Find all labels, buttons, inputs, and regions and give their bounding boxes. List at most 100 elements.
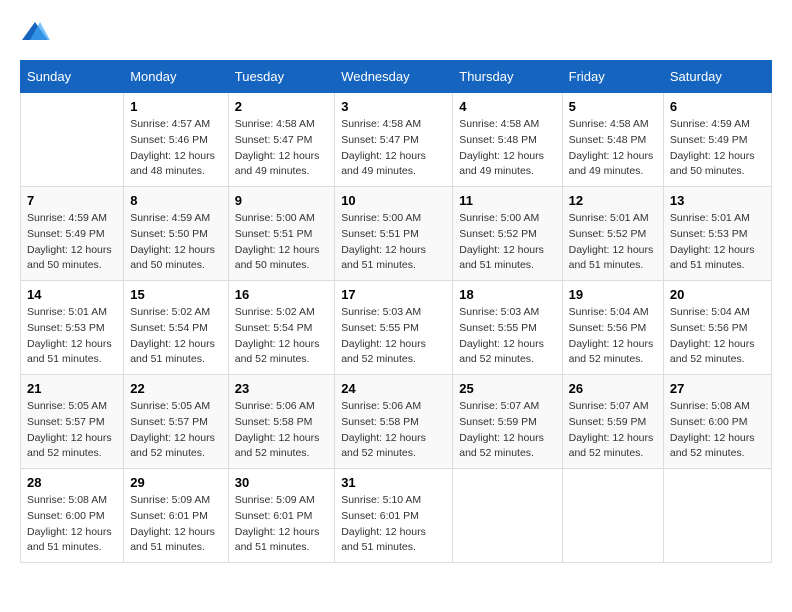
day-cell: 3 Sunrise: 4:58 AMSunset: 5:47 PMDayligh… [335,93,453,187]
day-cell: 4 Sunrise: 4:58 AMSunset: 5:48 PMDayligh… [453,93,562,187]
day-number: 12 [569,193,657,208]
day-info: Sunrise: 5:04 AMSunset: 5:56 PMDaylight:… [569,305,657,368]
day-number: 13 [670,193,765,208]
day-cell [562,469,663,563]
day-info: Sunrise: 5:06 AMSunset: 5:58 PMDaylight:… [341,399,446,462]
day-info: Sunrise: 5:03 AMSunset: 5:55 PMDaylight:… [459,305,555,368]
day-info: Sunrise: 5:09 AMSunset: 6:01 PMDaylight:… [235,493,328,556]
day-number: 7 [27,193,117,208]
day-number: 25 [459,381,555,396]
logo [20,20,54,44]
day-info: Sunrise: 5:00 AMSunset: 5:51 PMDaylight:… [235,211,328,274]
day-number: 8 [130,193,222,208]
day-number: 1 [130,99,222,114]
day-number: 10 [341,193,446,208]
week-row: 1 Sunrise: 4:57 AMSunset: 5:46 PMDayligh… [21,93,772,187]
day-cell: 11 Sunrise: 5:00 AMSunset: 5:52 PMDaylig… [453,187,562,281]
day-cell: 22 Sunrise: 5:05 AMSunset: 5:57 PMDaylig… [124,375,229,469]
day-number: 20 [670,287,765,302]
day-info: Sunrise: 5:04 AMSunset: 5:56 PMDaylight:… [670,305,765,368]
day-cell: 20 Sunrise: 5:04 AMSunset: 5:56 PMDaylig… [663,281,771,375]
day-cell: 28 Sunrise: 5:08 AMSunset: 6:00 PMDaylig… [21,469,124,563]
day-cell: 16 Sunrise: 5:02 AMSunset: 5:54 PMDaylig… [228,281,334,375]
day-info: Sunrise: 4:58 AMSunset: 5:48 PMDaylight:… [459,117,555,180]
day-header-tuesday: Tuesday [228,61,334,93]
day-number: 21 [27,381,117,396]
day-cell: 19 Sunrise: 5:04 AMSunset: 5:56 PMDaylig… [562,281,663,375]
day-number: 22 [130,381,222,396]
day-header-monday: Monday [124,61,229,93]
day-info: Sunrise: 4:57 AMSunset: 5:46 PMDaylight:… [130,117,222,180]
day-info: Sunrise: 5:00 AMSunset: 5:51 PMDaylight:… [341,211,446,274]
day-number: 19 [569,287,657,302]
day-number: 28 [27,475,117,490]
week-row: 14 Sunrise: 5:01 AMSunset: 5:53 PMDaylig… [21,281,772,375]
day-info: Sunrise: 5:09 AMSunset: 6:01 PMDaylight:… [130,493,222,556]
day-header-thursday: Thursday [453,61,562,93]
day-info: Sunrise: 5:03 AMSunset: 5:55 PMDaylight:… [341,305,446,368]
day-cell: 25 Sunrise: 5:07 AMSunset: 5:59 PMDaylig… [453,375,562,469]
day-number: 26 [569,381,657,396]
day-info: Sunrise: 5:07 AMSunset: 5:59 PMDaylight:… [459,399,555,462]
day-cell: 9 Sunrise: 5:00 AMSunset: 5:51 PMDayligh… [228,187,334,281]
day-number: 27 [670,381,765,396]
day-number: 9 [235,193,328,208]
day-number: 16 [235,287,328,302]
day-info: Sunrise: 4:58 AMSunset: 5:47 PMDaylight:… [235,117,328,180]
day-cell: 12 Sunrise: 5:01 AMSunset: 5:52 PMDaylig… [562,187,663,281]
calendar-table: SundayMondayTuesdayWednesdayThursdayFrid… [20,60,772,563]
day-info: Sunrise: 4:59 AMSunset: 5:50 PMDaylight:… [130,211,222,274]
day-info: Sunrise: 5:08 AMSunset: 6:00 PMDaylight:… [670,399,765,462]
day-info: Sunrise: 4:58 AMSunset: 5:48 PMDaylight:… [569,117,657,180]
day-info: Sunrise: 5:01 AMSunset: 5:53 PMDaylight:… [27,305,117,368]
day-number: 14 [27,287,117,302]
day-number: 5 [569,99,657,114]
day-cell: 8 Sunrise: 4:59 AMSunset: 5:50 PMDayligh… [124,187,229,281]
day-info: Sunrise: 5:01 AMSunset: 5:53 PMDaylight:… [670,211,765,274]
day-info: Sunrise: 5:06 AMSunset: 5:58 PMDaylight:… [235,399,328,462]
day-cell: 27 Sunrise: 5:08 AMSunset: 6:00 PMDaylig… [663,375,771,469]
day-cell: 18 Sunrise: 5:03 AMSunset: 5:55 PMDaylig… [453,281,562,375]
logo-icon [20,20,50,44]
day-cell [21,93,124,187]
day-info: Sunrise: 5:00 AMSunset: 5:52 PMDaylight:… [459,211,555,274]
day-number: 3 [341,99,446,114]
day-cell: 31 Sunrise: 5:10 AMSunset: 6:01 PMDaylig… [335,469,453,563]
day-cell: 5 Sunrise: 4:58 AMSunset: 5:48 PMDayligh… [562,93,663,187]
day-number: 30 [235,475,328,490]
day-number: 15 [130,287,222,302]
day-cell: 24 Sunrise: 5:06 AMSunset: 5:58 PMDaylig… [335,375,453,469]
day-cell: 6 Sunrise: 4:59 AMSunset: 5:49 PMDayligh… [663,93,771,187]
day-info: Sunrise: 5:02 AMSunset: 5:54 PMDaylight:… [130,305,222,368]
day-cell: 14 Sunrise: 5:01 AMSunset: 5:53 PMDaylig… [21,281,124,375]
day-header-sunday: Sunday [21,61,124,93]
day-info: Sunrise: 5:05 AMSunset: 5:57 PMDaylight:… [130,399,222,462]
day-number: 11 [459,193,555,208]
header-row: SundayMondayTuesdayWednesdayThursdayFrid… [21,61,772,93]
day-cell: 2 Sunrise: 4:58 AMSunset: 5:47 PMDayligh… [228,93,334,187]
day-cell [453,469,562,563]
day-number: 17 [341,287,446,302]
day-cell: 30 Sunrise: 5:09 AMSunset: 6:01 PMDaylig… [228,469,334,563]
day-info: Sunrise: 4:59 AMSunset: 5:49 PMDaylight:… [670,117,765,180]
day-cell: 15 Sunrise: 5:02 AMSunset: 5:54 PMDaylig… [124,281,229,375]
day-header-saturday: Saturday [663,61,771,93]
day-cell: 17 Sunrise: 5:03 AMSunset: 5:55 PMDaylig… [335,281,453,375]
day-cell: 26 Sunrise: 5:07 AMSunset: 5:59 PMDaylig… [562,375,663,469]
day-info: Sunrise: 4:58 AMSunset: 5:47 PMDaylight:… [341,117,446,180]
day-number: 24 [341,381,446,396]
day-info: Sunrise: 5:07 AMSunset: 5:59 PMDaylight:… [569,399,657,462]
day-info: Sunrise: 5:10 AMSunset: 6:01 PMDaylight:… [341,493,446,556]
day-cell: 21 Sunrise: 5:05 AMSunset: 5:57 PMDaylig… [21,375,124,469]
day-number: 18 [459,287,555,302]
day-number: 31 [341,475,446,490]
header [20,20,772,44]
day-cell: 13 Sunrise: 5:01 AMSunset: 5:53 PMDaylig… [663,187,771,281]
week-row: 21 Sunrise: 5:05 AMSunset: 5:57 PMDaylig… [21,375,772,469]
day-cell: 29 Sunrise: 5:09 AMSunset: 6:01 PMDaylig… [124,469,229,563]
day-cell: 10 Sunrise: 5:00 AMSunset: 5:51 PMDaylig… [335,187,453,281]
day-cell: 23 Sunrise: 5:06 AMSunset: 5:58 PMDaylig… [228,375,334,469]
week-row: 7 Sunrise: 4:59 AMSunset: 5:49 PMDayligh… [21,187,772,281]
day-info: Sunrise: 5:08 AMSunset: 6:00 PMDaylight:… [27,493,117,556]
day-header-friday: Friday [562,61,663,93]
